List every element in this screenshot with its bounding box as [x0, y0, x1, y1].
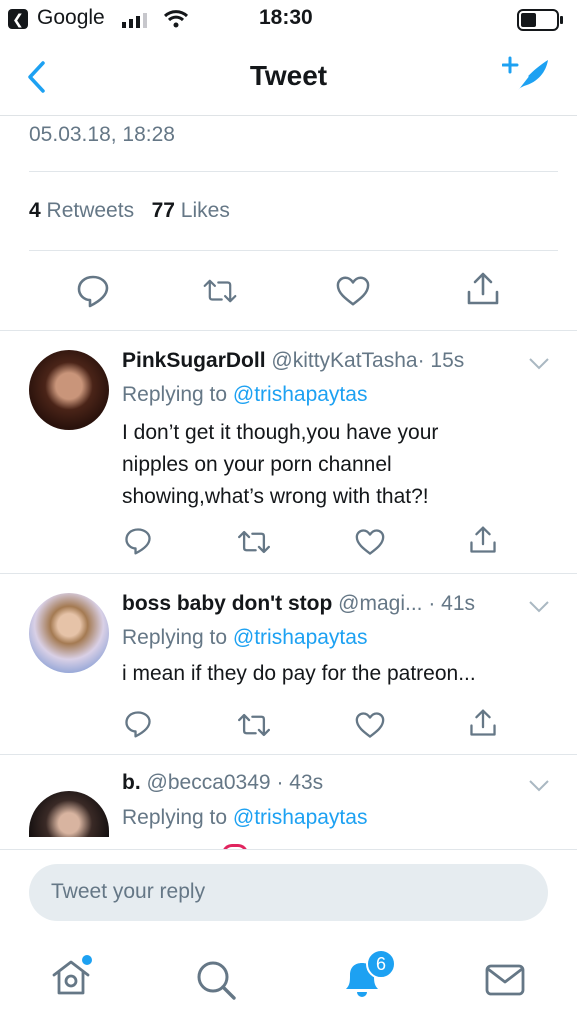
compose-tweet-icon[interactable]: [502, 54, 552, 98]
search-icon[interactable]: [195, 959, 237, 1001]
reply-handle[interactable]: @magi...: [338, 592, 422, 615]
reply-text-line: i mean if they do pay for the patreon...: [122, 662, 476, 685]
replying-to-handle[interactable]: @trishapaytas: [233, 806, 368, 829]
share-icon[interactable]: [469, 708, 497, 738]
reply-card[interactable]: boss baby don't stop @magi... · 41s Repl…: [0, 574, 577, 754]
tab-bar: 6: [0, 935, 577, 1024]
clock: 18:30: [259, 6, 313, 29]
replying-to-label: Replying to: [122, 626, 228, 649]
page-title: Tweet: [249, 60, 328, 91]
reply-icon[interactable]: [124, 710, 152, 738]
tweet-timestamp: 05.03.18, 18:28: [29, 123, 175, 146]
back-to-app-label[interactable]: Google: [37, 6, 105, 30]
reply-composer-input[interactable]: Tweet your reply: [29, 864, 548, 921]
divider: [29, 171, 558, 172]
heart-icon: [336, 276, 370, 306]
reply-handle[interactable]: @becca0349: [147, 771, 271, 794]
reply-text: I don’t get it though,you have your nipp…: [122, 417, 438, 513]
avatar[interactable]: [29, 791, 109, 837]
like-button[interactable]: [336, 274, 370, 308]
status-bar: ❮ Google 18:30: [0, 0, 577, 40]
share-icon[interactable]: [469, 525, 497, 555]
reply-display-name[interactable]: boss baby don't stop: [122, 592, 332, 615]
reply-time: · 43s: [276, 771, 324, 794]
reply-time: · 15s: [417, 349, 465, 372]
chevron-down-icon[interactable]: [528, 357, 550, 371]
share-button[interactable]: [466, 272, 500, 306]
share-icon: [467, 272, 499, 305]
replying-to-handle[interactable]: @trishapaytas: [233, 383, 368, 406]
composer-placeholder: Tweet your reply: [51, 880, 206, 903]
divider: [0, 849, 577, 850]
reply-display-name[interactable]: PinkSugarDoll: [122, 349, 266, 372]
chevron-down-icon[interactable]: [528, 600, 550, 614]
retweets-label[interactable]: Retweets: [47, 199, 135, 222]
likes-count[interactable]: 77: [152, 199, 175, 222]
retweet-icon[interactable]: [237, 711, 271, 739]
reply-time: · 41s: [428, 592, 476, 615]
heart-icon[interactable]: [355, 528, 385, 556]
reply-display-name[interactable]: b.: [122, 771, 141, 794]
reply-text-line: nipples on your porn channel: [122, 453, 392, 476]
chevron-down-icon[interactable]: [528, 779, 550, 793]
reply-text-line: showing,what’s wrong with that?!: [122, 485, 429, 508]
wifi-icon: [163, 10, 189, 28]
likes-label[interactable]: Likes: [181, 199, 230, 222]
tweet-stats: 4 Retweets 77 Likes: [29, 199, 230, 223]
retweet-button[interactable]: [203, 274, 237, 308]
reply-icon[interactable]: [124, 527, 152, 555]
home-icon[interactable]: [50, 955, 94, 999]
retweet-icon: [203, 279, 237, 303]
battery-icon: [517, 9, 563, 31]
replying-to-label: Replying to: [122, 806, 228, 829]
reply-button[interactable]: [76, 274, 110, 308]
retweet-icon[interactable]: [237, 528, 271, 556]
reply-icon: [77, 275, 109, 308]
reply-handle[interactable]: @kittyKatTasha: [271, 349, 417, 372]
notifications-badge: 6: [366, 949, 396, 979]
reply-text-line: I don’t get it though,you have your: [122, 421, 439, 444]
nav-bar: Tweet: [0, 40, 577, 116]
reply-text: i mean if they do pay for the patreon...: [122, 658, 476, 690]
heart-icon[interactable]: [355, 711, 385, 739]
retweets-count[interactable]: 4: [29, 199, 41, 222]
reply-card[interactable]: PinkSugarDoll @kittyKatTasha· 15s Replyi…: [0, 331, 577, 573]
avatar[interactable]: [29, 350, 109, 430]
back-to-app-icon[interactable]: ❮: [8, 9, 28, 29]
reply-card[interactable]: b. @becca0349 · 43s Replying to @trishap…: [0, 755, 577, 850]
replying-to-label: Replying to: [122, 383, 228, 406]
signal-icon: [122, 13, 147, 28]
messages-envelope-icon[interactable]: [484, 963, 526, 997]
avatar[interactable]: [29, 593, 109, 673]
replying-to-handle[interactable]: @trishapaytas: [233, 626, 368, 649]
divider: [29, 250, 558, 251]
